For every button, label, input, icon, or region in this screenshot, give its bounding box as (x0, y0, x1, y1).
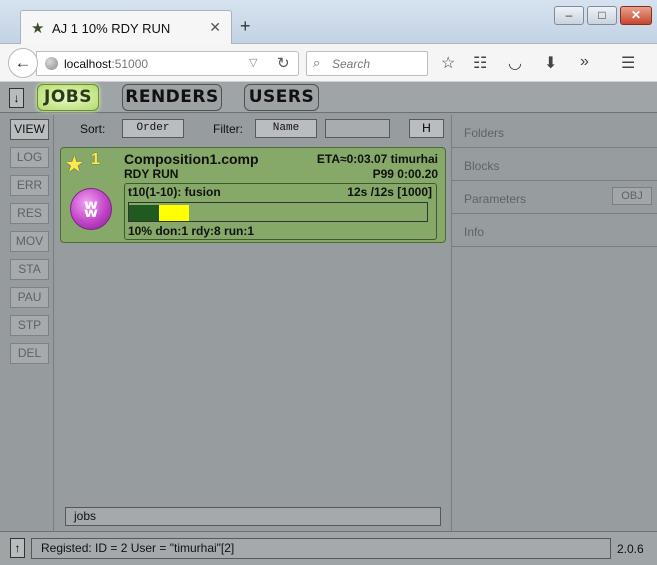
fusion-service-icon: ʬ (70, 188, 112, 230)
maximize-icon: □ (598, 8, 606, 22)
progress-done-segment (129, 205, 159, 213)
search-input[interactable]: ⌕ Search (306, 51, 428, 76)
job-block[interactable]: t10(1-10): fusion 12s /12s [1000] 10% do… (124, 183, 437, 240)
reload-icon[interactable]: ↻ (277, 54, 290, 72)
parameters-section[interactable]: Parameters OBJ (452, 181, 657, 214)
pau-button[interactable]: PAU (10, 287, 49, 308)
minimize-button[interactable]: – (554, 6, 584, 25)
job-priority: 1 (91, 151, 100, 168)
err-button[interactable]: ERR (10, 175, 49, 196)
window-close-icon: ✕ (630, 8, 642, 22)
progress-row (129, 205, 427, 213)
info-panel: Folders Blocks Parameters OBJ Info (451, 115, 657, 531)
filter-button[interactable]: Name (255, 119, 317, 138)
info-section[interactable]: Info (452, 214, 657, 247)
version-label: 2.0.6 (617, 542, 644, 556)
bookmark-star-icon[interactable]: ☆ (441, 53, 455, 73)
view-button[interactable]: VIEW (10, 119, 49, 140)
fusion-glyph: ʬ (83, 195, 99, 223)
pocket-icon[interactable]: ◡ (508, 53, 522, 73)
browser-titlebar: ★ AJ 1 10% RDY RUN ✕ + – □ ✕ (0, 0, 657, 45)
back-button[interactable]: ← (8, 48, 38, 78)
action-sidebar: VIEW LOG ERR RES MOV STA PAU STP DEL (5, 115, 54, 531)
status-bar: ↑ Registed: ID = 2 User = "timurhai"[2] … (0, 531, 657, 565)
url-bar[interactable]: localhost:51000 ▽ ↻ (36, 51, 299, 76)
jobs-list-panel: Sort: Order Filter: Name H ★ 1 ʬ Composi… (56, 115, 449, 531)
block-name: t10(1-10): fusion (128, 185, 221, 199)
job-time: P99 0:00.20 (372, 167, 438, 181)
app-topbar: ↓ JOBS RENDERS USERS (0, 82, 657, 113)
url-host: localhost (64, 57, 112, 71)
filter-bar: Sort: Order Filter: Name H (56, 115, 449, 141)
block-time: 12s /12s [1000] (347, 185, 432, 199)
browser-navbar: localhost:51000 ▽ ↻ ← ⌕ Search ☆ ☷ ◡ ⬇ »… (0, 44, 657, 82)
folders-section[interactable]: Folders (452, 115, 657, 148)
h-button[interactable]: H (409, 119, 444, 138)
progress-done-segment (129, 213, 159, 221)
renders-tab-button[interactable]: RENDERS (122, 84, 222, 111)
job-eta: ETA≈0:03.07 timurhai (316, 152, 438, 166)
info-label: Info (464, 225, 485, 239)
dropdown-arrow-icon[interactable]: ▽ (249, 56, 257, 69)
star-favicon-icon: ★ (31, 20, 45, 37)
filter-label: Filter: (213, 122, 243, 136)
url-text: localhost:51000 (64, 57, 148, 71)
minimize-icon: – (565, 8, 573, 22)
res-button[interactable]: RES (10, 203, 49, 224)
mov-button[interactable]: MOV (10, 231, 49, 252)
search-placeholder: Search (332, 57, 371, 71)
progress-running-segment (158, 213, 189, 221)
blocks-label: Blocks (464, 159, 500, 173)
block-progress-bar (128, 202, 428, 222)
sta-button[interactable]: STA (10, 259, 49, 280)
search-icon: ⌕ (313, 55, 321, 70)
job-item[interactable]: ★ 1 ʬ Composition1.comp ETA≈0:03.07 timu… (60, 147, 446, 243)
sort-label: Sort: (80, 122, 106, 136)
jobs-command-field[interactable]: jobs (65, 507, 441, 526)
maximize-button[interactable]: □ (587, 6, 617, 25)
tab-title: AJ 1 10% RDY RUN (52, 21, 171, 36)
browser-tab[interactable]: ★ AJ 1 10% RDY RUN ✕ (20, 10, 232, 45)
jobs-tab-button[interactable]: JOBS (37, 84, 99, 111)
new-tab-icon[interactable]: + (240, 17, 251, 35)
folders-label: Folders (464, 126, 505, 140)
tab-close-icon[interactable]: ✕ (209, 19, 221, 36)
globe-icon (45, 57, 58, 70)
collapse-down-button[interactable]: ↓ (9, 88, 24, 108)
reading-list-icon[interactable]: ☷ (473, 53, 487, 73)
url-port: :51000 (111, 57, 149, 71)
download-icon[interactable]: ⬇ (544, 53, 557, 73)
star-icon: ★ (64, 151, 85, 177)
expand-up-button[interactable]: ↑ (10, 538, 25, 558)
obj-button[interactable]: OBJ (612, 187, 652, 205)
progress-row (129, 213, 427, 221)
filter-input[interactable] (325, 119, 390, 138)
log-button[interactable]: LOG (10, 147, 49, 168)
overflow-chevron-icon[interactable]: » (580, 53, 589, 71)
sort-button[interactable]: Order (122, 119, 184, 138)
parameters-label: Parameters (464, 192, 527, 206)
users-tab-button[interactable]: USERS (244, 84, 319, 111)
stp-button[interactable]: STP (10, 315, 49, 336)
del-button[interactable]: DEL (10, 343, 49, 364)
blocks-section[interactable]: Blocks (452, 148, 657, 181)
status-message: Registed: ID = 2 User = "timurhai"[2] (31, 538, 611, 559)
block-stats: 10% don:1 rdy:8 run:1 (128, 224, 255, 238)
job-state: RDY RUN (124, 167, 179, 181)
menu-hamburger-icon[interactable]: ☰ (621, 53, 635, 73)
window-close-button[interactable]: ✕ (620, 6, 652, 25)
job-name: Composition1.comp (124, 151, 259, 167)
afanasy-app: ↓ JOBS RENDERS USERS VIEW LOG ERR RES MO… (0, 82, 657, 565)
progress-running-segment (158, 205, 189, 213)
back-arrow-icon: ← (14, 53, 32, 72)
